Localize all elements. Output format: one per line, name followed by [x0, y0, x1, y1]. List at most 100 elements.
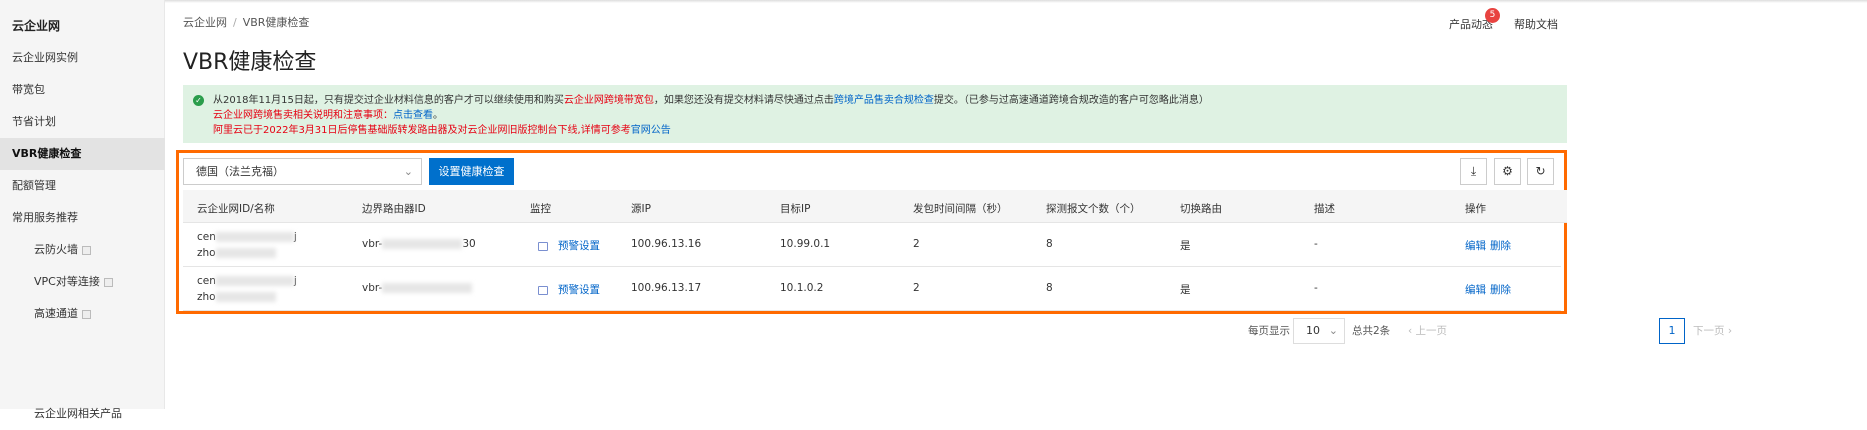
sidebar-item-savings-plan[interactable]: 节省计划	[0, 106, 165, 138]
col-actions: 操作	[1465, 203, 1486, 215]
compliance-check-link[interactable]: 跨境产品售卖合规检查	[834, 95, 934, 106]
chevron-right-icon: ›	[1724, 325, 1733, 337]
sidebar-item-label: 高速通道	[34, 307, 78, 320]
notice-text: 从2018年11月15日起，只有提交过企业材料信息的客户才可以继续使用和购买	[213, 95, 564, 106]
col-monitor: 监控	[530, 203, 551, 215]
redacted	[215, 276, 294, 286]
notice-alert: ✓ 从2018年11月15日起，只有提交过企业材料信息的客户才可以继续使用和购买…	[183, 85, 1567, 143]
cen-cell: cen j zho	[197, 273, 297, 305]
col-vbr: 边界路由器ID	[362, 203, 426, 215]
notice-highlight: 云企业网跨境售卖相关说明和注意事项：	[213, 110, 393, 121]
chevron-down-icon: ⌄	[403, 165, 413, 178]
breadcrumb-separator: /	[233, 16, 237, 29]
cen-id-suffix: j	[293, 275, 297, 287]
monitor-cell: 预警设置	[538, 282, 600, 297]
sidebar-item-label: VPC对等连接	[34, 275, 100, 288]
cen-cell: cen j zho	[197, 229, 297, 261]
setup-health-check-button[interactable]: 设置健康检查	[429, 158, 514, 185]
breadcrumb-current: VBR健康检查	[242, 16, 310, 29]
chevron-left-icon: ‹	[1408, 325, 1416, 337]
download-button[interactable]: ⤓	[1460, 158, 1487, 185]
delete-link[interactable]: 删除	[1490, 238, 1511, 253]
sidebar-item-cen-instances[interactable]: 云企业网实例	[0, 42, 165, 74]
vbr-cell: vbr- 30	[362, 238, 476, 250]
sidebar-item-express-connect[interactable]: 高速通道	[0, 298, 165, 330]
src-ip: 100.96.13.16	[631, 238, 702, 250]
page-1-button[interactable]: 1	[1659, 318, 1685, 344]
description: -	[1314, 238, 1318, 250]
sidebar: 云企业网 云企业网实例 带宽包 节省计划 VBR健康检查 配额管理 常用服务推荐…	[0, 0, 165, 420]
cen-id-suffix: j	[293, 231, 297, 243]
redacted	[382, 283, 473, 293]
breadcrumb-root[interactable]: 云企业网	[183, 16, 227, 29]
dst-ip: 10.1.0.2	[780, 282, 824, 294]
per-page-select[interactable]: 10 ⌄	[1293, 318, 1345, 344]
sidebar-item-label: 带宽包	[12, 83, 45, 96]
col-count: 探测报文个数（个）	[1046, 203, 1141, 215]
sidebar-item-bandwidth-package[interactable]: 带宽包	[0, 74, 165, 106]
refresh-button[interactable]: ↻	[1527, 158, 1554, 185]
per-page-value: 10	[1306, 324, 1320, 337]
edit-link[interactable]: 编辑	[1465, 282, 1486, 297]
sidebar-item-label: 配额管理	[12, 179, 56, 192]
prev-page-button[interactable]: ‹ 上一页	[1408, 318, 1447, 344]
cen-id: cen	[197, 231, 216, 243]
region-value: 德国（法兰克福）	[196, 165, 284, 178]
notice-line-3: 阿里云已于2022年3月31日后停售基础版转发路由器及对云企业网旧版控制台下线,…	[213, 123, 1567, 138]
next-page-button[interactable]: 下一页 ›	[1693, 318, 1732, 344]
vbr-id: vbr-	[362, 238, 383, 250]
table-header: 云企业网ID/名称 边界路由器ID 监控 源IP 目标IP 发包时间间隔（秒） …	[183, 190, 1567, 223]
description: -	[1314, 282, 1318, 294]
cen-name: zho	[197, 247, 216, 259]
sidebar-item-vbr-health-check[interactable]: VBR健康检查	[0, 138, 165, 170]
external-link-icon	[82, 245, 91, 255]
vbr-id: vbr-	[362, 282, 383, 294]
switch-route: 是	[1180, 240, 1191, 252]
view-details-link[interactable]: 点击查看	[393, 110, 433, 121]
sidebar-item-vpc-peering[interactable]: VPC对等连接	[0, 266, 165, 298]
delete-link[interactable]: 删除	[1490, 282, 1511, 297]
official-announcement-link[interactable]: 官网公告	[631, 125, 671, 136]
breadcrumb: 云企业网 / VBR健康检查	[183, 14, 309, 30]
page-title: VBR健康检查	[183, 50, 317, 75]
sidebar-title: 云企业网	[12, 19, 61, 33]
monitor-icon[interactable]	[538, 241, 548, 251]
sidebar-item-recommended[interactable]: 常用服务推荐	[0, 202, 165, 234]
col-interval: 发包时间间隔（秒）	[913, 203, 1008, 215]
switch-route: 是	[1180, 284, 1191, 296]
alert-settings-link[interactable]: 预警设置	[558, 284, 600, 296]
download-icon: ⤓	[1470, 164, 1477, 178]
top-shadow	[0, 0, 1867, 3]
notice-line-1: 从2018年11月15日起，只有提交过企业材料信息的客户才可以继续使用和购买云企…	[213, 93, 1567, 108]
edit-link[interactable]: 编辑	[1465, 238, 1486, 253]
notice-text: 提交。（已参与过高速通道跨境合规改造的客户可忽略此消息）	[933, 95, 1209, 106]
alert-settings-link[interactable]: 预警设置	[558, 240, 600, 252]
notice-highlight: 云企业网跨境带宽包	[563, 95, 654, 106]
settings-button[interactable]: ⚙	[1494, 158, 1521, 185]
external-link-icon	[82, 309, 91, 319]
external-link-icon	[103, 277, 113, 287]
sidebar-item-label: 常用服务推荐	[12, 211, 78, 224]
redacted	[215, 292, 276, 302]
total-count: 总共2条	[1352, 325, 1391, 337]
news-badge: 5	[1485, 8, 1500, 23]
region-select[interactable]: 德国（法兰克福） ⌄	[183, 158, 422, 185]
help-docs-link[interactable]: 帮助文档	[1514, 16, 1558, 32]
sidebar-item-label: 云企业网实例	[12, 51, 78, 64]
sidebar-item-quota[interactable]: 配额管理	[0, 170, 165, 202]
col-dst-ip: 目标IP	[780, 203, 811, 215]
sidebar-item-cloud-firewall[interactable]: 云防火墙	[0, 234, 165, 266]
table-row: cen j zho vbr- 30 预警设置 100.96.13.16 10.99.0…	[183, 223, 1561, 267]
col-switch: 切换路由	[1180, 203, 1222, 215]
interval: 2	[913, 238, 920, 250]
notice-text: ，如果您还没有提交材料请尽快通过点击	[653, 95, 834, 106]
col-desc: 描述	[1314, 203, 1335, 215]
redacted	[215, 248, 276, 258]
redacted	[215, 232, 294, 242]
sidebar-item-related[interactable]: 云企业网相关产品	[0, 398, 165, 430]
cen-name: zho	[197, 291, 216, 303]
notice-line-2: 云企业网跨境售卖相关说明和注意事项：点击查看。	[213, 108, 1567, 123]
check-circle-icon: ✓	[193, 95, 204, 106]
notice-highlight: 阿里云已于2022年3月31日后停售基础版转发路由器及对云企业网旧版控制台下线,…	[213, 125, 631, 136]
monitor-icon[interactable]	[538, 285, 548, 295]
